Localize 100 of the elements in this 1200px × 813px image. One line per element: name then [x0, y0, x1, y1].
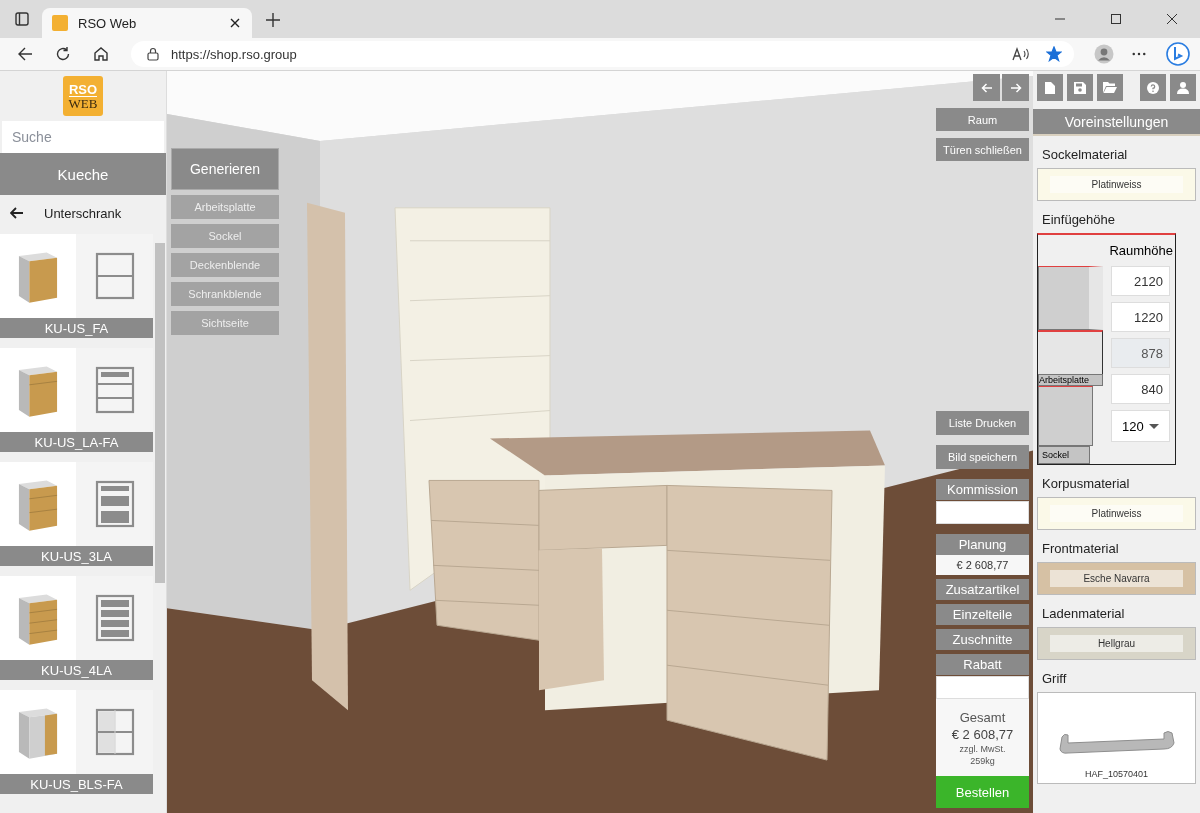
cabinet-label[interactable]: KU-US_LA-FA: [0, 432, 153, 452]
handle-name: HAF_10570401: [1084, 769, 1149, 779]
height-field[interactable]: 840: [1111, 374, 1170, 404]
generate-option-button[interactable]: Deckenblende: [171, 253, 279, 277]
section-label: Griff: [1042, 671, 1068, 686]
material-swatch[interactable]: Platinweiss: [1037, 168, 1196, 201]
plinth-label: Sockel: [1038, 446, 1090, 464]
new-tab-icon[interactable]: [266, 13, 280, 27]
close-tab-icon[interactable]: [230, 18, 240, 28]
material-name: Esche Navarra: [1049, 570, 1184, 587]
back-icon[interactable]: [10, 207, 24, 219]
room-height-label: Raumhöhe: [1108, 242, 1174, 260]
front-layout-icon: [94, 594, 135, 642]
cabinet-render-drawing[interactable]: [0, 690, 76, 774]
generate-option-button[interactable]: Sichtseite: [171, 311, 279, 335]
browser-tab[interactable]: RSO Web: [42, 8, 252, 38]
action-button[interactable]: Bild speichern: [936, 445, 1029, 469]
total-label: Gesamt: [959, 709, 1006, 725]
weight-text: 259kg: [970, 755, 995, 766]
redo-button[interactable]: [1002, 74, 1029, 101]
cabinet-label[interactable]: KU-US_BLS-FA: [0, 774, 153, 794]
section-label: Einfügehöhe: [1042, 212, 1116, 227]
discount-field[interactable]: [936, 676, 1029, 699]
new-file-button[interactable]: [1037, 74, 1063, 101]
menu-button[interactable]: Zusatzartikel: [936, 579, 1029, 600]
cabinet-render-drawing[interactable]: [0, 348, 76, 432]
open-button[interactable]: [1096, 74, 1123, 101]
height-field[interactable]: 1220: [1111, 302, 1170, 332]
save-icon: [1073, 81, 1086, 94]
section-label: Frontmaterial: [1042, 541, 1120, 556]
undo-button[interactable]: [973, 74, 1000, 101]
view-button[interactable]: Türen schließen: [936, 138, 1029, 161]
cabinet-render-drawing[interactable]: [0, 462, 76, 546]
tab-actions-icon[interactable]: [14, 11, 30, 27]
lock-icon: [147, 47, 159, 61]
back-icon[interactable]: [17, 46, 33, 62]
total-price: € 2 608,77: [951, 726, 1014, 742]
section-label: Sockelmaterial: [1042, 147, 1129, 162]
generate-button[interactable]: Generieren: [171, 148, 279, 190]
maximize-icon[interactable]: [1111, 14, 1121, 24]
planning-button[interactable]: Planung: [936, 534, 1029, 555]
read-aloud-icon[interactable]: [1012, 47, 1030, 61]
folder-icon: [1102, 82, 1117, 93]
file-icon: [1043, 81, 1056, 94]
material-swatch[interactable]: Hellgrau: [1037, 627, 1196, 660]
cabinet-label[interactable]: KU-US_4LA: [0, 660, 153, 680]
section-label: Ladenmaterial: [1042, 606, 1126, 621]
panel-title: Voreinstellungen: [1033, 109, 1200, 136]
cabinet-render-drawing[interactable]: [0, 576, 76, 660]
material-name: Platinweiss: [1049, 505, 1184, 522]
front-layout-icon: [94, 366, 135, 414]
material-name: Platinweiss: [1049, 176, 1184, 193]
commission-field[interactable]: [936, 501, 1029, 524]
profile-icon[interactable]: [1094, 44, 1114, 64]
save-button[interactable]: [1066, 74, 1093, 101]
discount-label: Rabatt: [936, 654, 1029, 675]
address-field[interactable]: https://shop.rso.group: [131, 41, 1074, 67]
worktop-label: Arbeitsplatte: [1038, 374, 1103, 386]
room-scene-drawing[interactable]: [167, 71, 1033, 813]
chat-assistant-icon[interactable]: [1166, 42, 1190, 66]
user-button[interactable]: [1170, 74, 1196, 101]
cabinet-label[interactable]: KU-US_3LA: [0, 546, 153, 566]
front-layout-icon: [94, 708, 135, 756]
height-field[interactable]: 2120: [1111, 266, 1170, 296]
tax-note: zzgl. MwSt.: [959, 743, 1006, 754]
material-name: Hellgrau: [1049, 635, 1184, 652]
reload-icon[interactable]: [55, 46, 71, 62]
planning-price: € 2 608,77: [936, 555, 1029, 575]
handle-card[interactable]: HAF_10570401: [1037, 692, 1196, 784]
right-arrow-icon: [1009, 82, 1022, 93]
app-logo: RSO WEB: [63, 76, 103, 116]
site-favicon-icon: [52, 15, 68, 31]
generate-option-button[interactable]: Arbeitsplatte: [171, 195, 279, 219]
order-button[interactable]: Bestellen: [936, 776, 1029, 808]
favorite-star-icon[interactable]: [1046, 46, 1062, 62]
cabinet-label[interactable]: KU-US_FA: [0, 318, 153, 338]
menu-button[interactable]: Zuschnitte: [936, 629, 1029, 650]
height-dropdown[interactable]: 120: [1111, 410, 1170, 442]
left-arrow-icon: [980, 82, 993, 93]
cabinet-render-drawing[interactable]: [0, 234, 76, 318]
material-swatch[interactable]: Esche Navarra: [1037, 562, 1196, 595]
material-swatch[interactable]: Platinweiss: [1037, 497, 1196, 530]
menu-button[interactable]: Einzelteile: [936, 604, 1029, 625]
search-field[interactable]: Suche: [2, 121, 164, 153]
commission-label: Kommission: [936, 479, 1029, 500]
close-icon[interactable]: [1167, 14, 1177, 24]
view-button[interactable]: Raum: [936, 108, 1029, 131]
tab-title: RSO Web: [78, 15, 138, 31]
more-icon[interactable]: [1132, 52, 1146, 56]
home-icon[interactable]: [93, 46, 109, 62]
subcategory-title: Unterschrank: [44, 205, 122, 221]
generate-option-button[interactable]: Schrankblende: [171, 282, 279, 306]
action-button[interactable]: Liste Drucken: [936, 411, 1029, 435]
generate-option-button[interactable]: Sockel: [171, 224, 279, 248]
help-button[interactable]: [1140, 74, 1167, 101]
category-header[interactable]: Kueche: [0, 153, 166, 195]
caret-icon: [1149, 423, 1159, 429]
help-icon: [1147, 81, 1160, 94]
user-icon: [1177, 81, 1190, 94]
front-layout-icon: [94, 252, 135, 300]
